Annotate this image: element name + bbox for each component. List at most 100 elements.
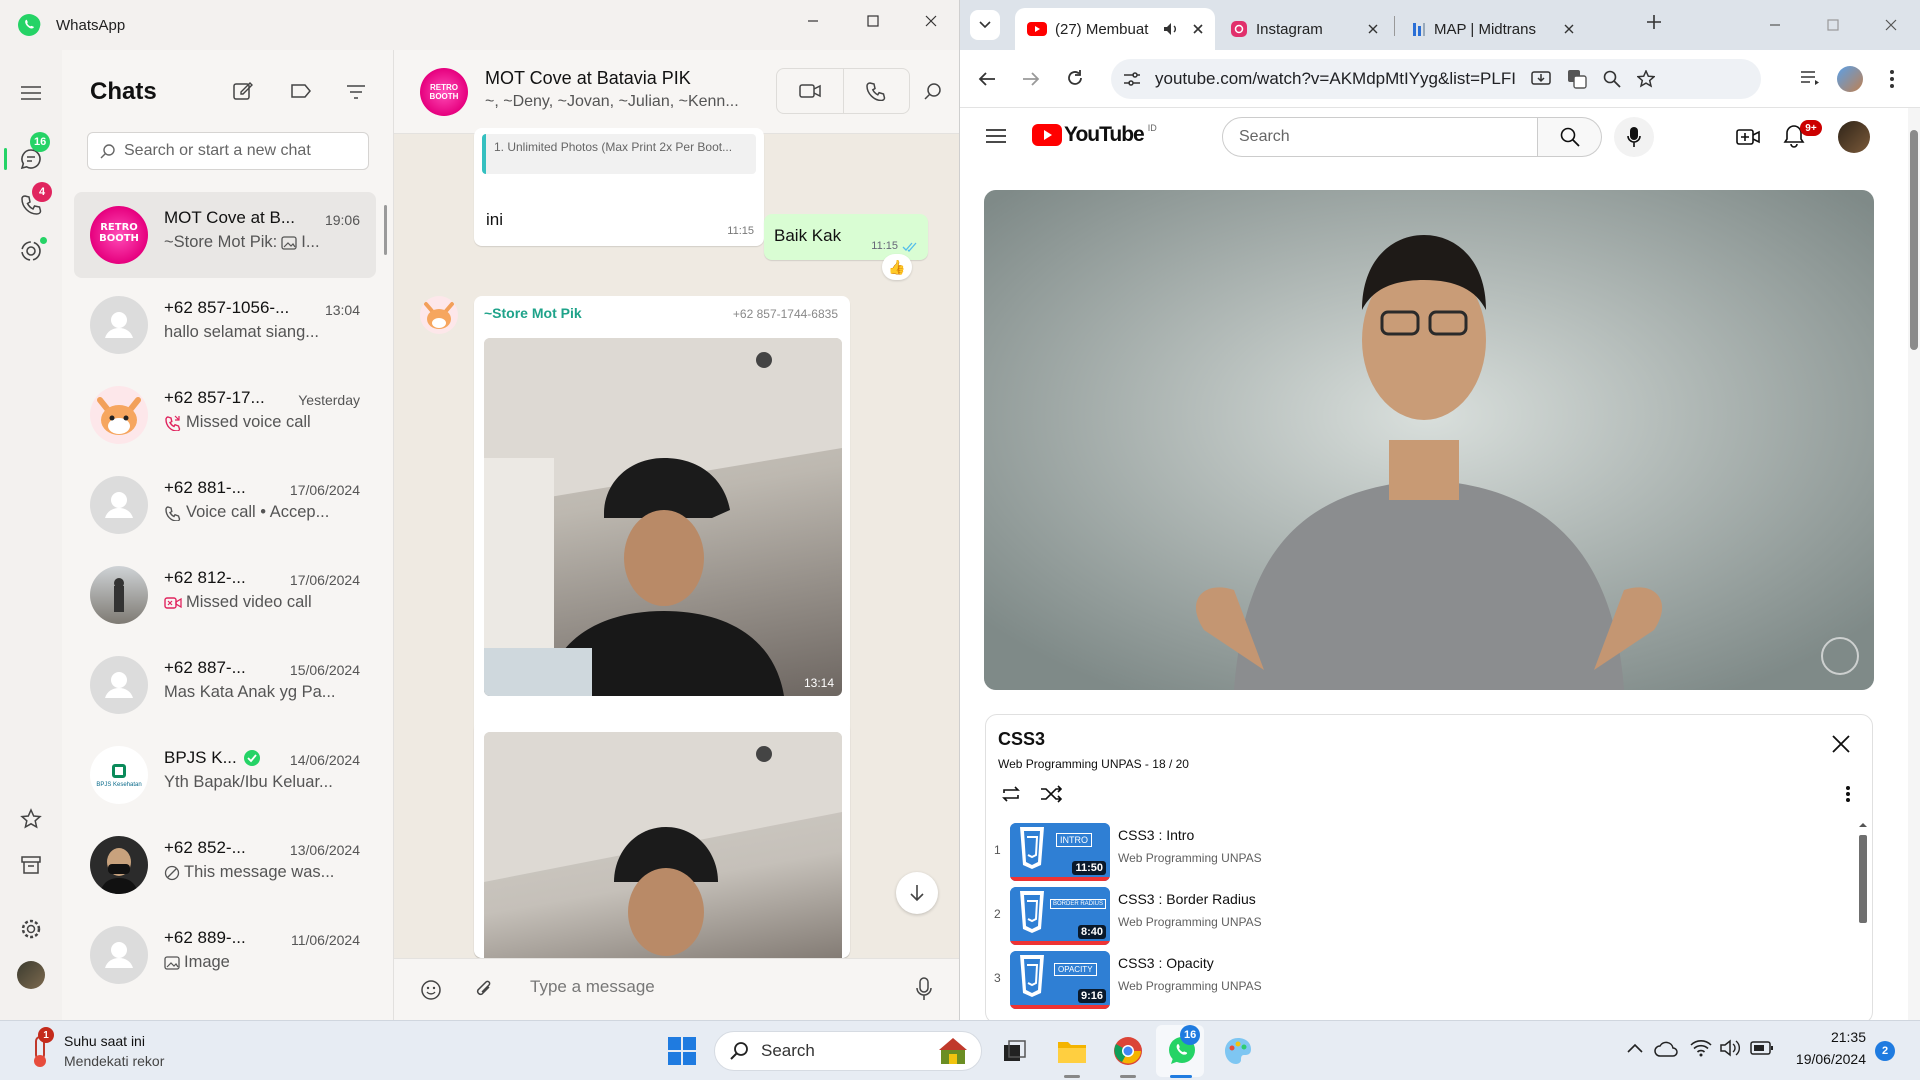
chat-item[interactable]: +62 812-... 17/06/2024 Missed video call	[74, 552, 376, 638]
youtube-search-button[interactable]	[1538, 117, 1602, 157]
new-tab-icon[interactable]	[1646, 14, 1662, 30]
playlist-menu-icon[interactable]	[1846, 785, 1850, 803]
bookmark-star-icon[interactable]	[1637, 70, 1655, 88]
starred-icon[interactable]	[16, 804, 46, 834]
chat-item[interactable]: +62 857-1056-... 13:04 hallo selamat sia…	[74, 282, 376, 368]
photo-attachment[interactable]: 13:14	[484, 338, 842, 696]
tab-search-button[interactable]	[970, 10, 1000, 40]
sender-avatar[interactable]	[420, 296, 458, 334]
hamburger-icon[interactable]	[986, 128, 1006, 144]
playlist-scrollbar-thumb[interactable]	[1859, 835, 1867, 923]
scrollbar-thumb[interactable]	[1910, 130, 1918, 350]
shuffle-icon[interactable]	[1040, 785, 1062, 803]
menu-icon[interactable]	[16, 78, 46, 108]
chrome-taskbar-icon[interactable]	[1108, 1031, 1148, 1071]
message-input[interactable]: Type a message	[530, 977, 655, 997]
conversation-header[interactable]: RETRO BOOTH MOT Cove at Batavia PIK ~, ~…	[394, 50, 959, 134]
site-info-icon[interactable]	[1123, 71, 1141, 87]
media-controls-icon[interactable]	[1800, 70, 1820, 86]
scroll-up-icon[interactable]	[1856, 819, 1870, 829]
sender-name[interactable]: ~Store Mot Pik	[484, 305, 582, 321]
chat-item[interactable]: BPJS Kesehatan BPJS K... 14/06/2024 Yth …	[74, 732, 376, 818]
playlist-item[interactable]: 3 OPACITY 9:16 CSS3 : Opacity Web Progra…	[986, 949, 1846, 1013]
new-chat-icon[interactable]	[232, 80, 254, 102]
search-chat-icon[interactable]	[924, 82, 942, 100]
playlist-item[interactable]: 2 BORDER RADIUS 8:40 CSS3 : Border Radiu…	[986, 885, 1846, 949]
playlist-item[interactable]: 1 INTRO 11:50 CSS3 : Intro Web Programmi…	[986, 821, 1846, 885]
chat-item[interactable]: +62 857-17... Yesterday Missed voice cal…	[74, 372, 376, 458]
video-player[interactable]	[984, 190, 1874, 690]
voice-call-button[interactable]	[844, 69, 910, 113]
file-explorer-icon[interactable]	[1052, 1031, 1092, 1071]
youtube-logo[interactable]: YouTube ID	[1032, 123, 1157, 147]
account-avatar[interactable]	[1838, 121, 1870, 153]
create-icon[interactable]	[1736, 127, 1760, 147]
translate-icon[interactable]	[1567, 69, 1587, 89]
maximize-button[interactable]	[844, 0, 902, 42]
scroll-down-button[interactable]	[896, 872, 938, 914]
volume-icon[interactable]	[1720, 1039, 1742, 1057]
minimize-button[interactable]	[784, 0, 842, 42]
quoted-message[interactable]: 1. Unlimited Photos (Max Print 2x Per Bo…	[482, 134, 756, 174]
back-icon[interactable]	[978, 71, 996, 87]
label-icon[interactable]	[290, 82, 312, 100]
settings-icon[interactable]	[16, 914, 46, 944]
microphone-icon[interactable]	[916, 977, 932, 1001]
outgoing-message[interactable]: Baik Kak 11:15	[764, 214, 928, 260]
tab-youtube[interactable]: (27) Membuat	[1015, 8, 1215, 50]
weather-title[interactable]: Suhu saat ini	[64, 1033, 145, 1049]
video-call-button[interactable]	[777, 69, 844, 113]
wifi-icon[interactable]	[1690, 1039, 1712, 1057]
chat-item[interactable]: +62 889-... 11/06/2024 Image	[74, 912, 376, 998]
close-playlist-icon[interactable]	[1832, 735, 1850, 753]
scrollbar[interactable]	[384, 205, 387, 255]
clock-date[interactable]: 19/06/2024	[1780, 1051, 1866, 1067]
reaction-badge[interactable]: 👍	[882, 254, 912, 280]
tab-close-icon[interactable]	[1368, 24, 1378, 34]
chat-item[interactable]: +62 881-... 17/06/2024 Voice call • Acce…	[74, 462, 376, 548]
profile-avatar[interactable]	[1837, 66, 1863, 92]
chat-item[interactable]: +62 852-... 13/06/2024 This message was.…	[74, 822, 376, 908]
tab-midtrans[interactable]: MAP | Midtrans	[1400, 8, 1580, 50]
onedrive-icon[interactable]	[1654, 1041, 1678, 1057]
voice-search-button[interactable]	[1614, 117, 1654, 157]
incoming-message[interactable]: 1. Unlimited Photos (Max Print 2x Per Bo…	[474, 128, 764, 246]
paint-app-icon[interactable]	[1218, 1031, 1258, 1071]
youtube-search-input[interactable]: Search	[1222, 117, 1538, 157]
audio-playing-icon[interactable]	[1163, 22, 1179, 36]
playlist-title[interactable]: CSS3	[998, 729, 1045, 750]
start-button[interactable]	[662, 1031, 702, 1071]
address-bar[interactable]: youtube.com/watch?v=AKMdpMtIYyg&list=PLF…	[1111, 59, 1761, 99]
chat-item[interactable]: RETRO BOOTH MOT Cove at B... 19:06 ~Stor…	[74, 192, 376, 278]
task-view-icon[interactable]	[995, 1031, 1035, 1071]
emoji-icon[interactable]	[420, 979, 442, 1001]
taskbar-search[interactable]: Search	[714, 1031, 982, 1071]
chat-item[interactable]: +62 887-... 15/06/2024 Mas Kata Anak yg …	[74, 642, 376, 728]
notification-center-badge[interactable]: 2	[1875, 1041, 1895, 1061]
install-icon[interactable]	[1531, 70, 1551, 88]
filter-icon[interactable]	[346, 84, 366, 100]
maximize-button[interactable]	[1804, 4, 1862, 46]
reload-icon[interactable]	[1066, 69, 1084, 87]
loop-icon[interactable]	[1000, 785, 1022, 803]
archive-icon[interactable]	[16, 850, 46, 880]
forward-icon[interactable]	[1022, 71, 1040, 87]
zoom-icon[interactable]	[1603, 70, 1621, 88]
battery-icon[interactable]	[1750, 1041, 1774, 1055]
playlist-scrollbar[interactable]	[1856, 819, 1870, 1023]
search-input[interactable]: Search or start a new chat	[87, 132, 369, 170]
show-hidden-icons[interactable]	[1627, 1043, 1643, 1053]
tab-close-icon[interactable]	[1193, 24, 1203, 34]
page-scrollbar[interactable]	[1908, 108, 1920, 1020]
close-button[interactable]	[1862, 4, 1920, 46]
minimize-button[interactable]	[1746, 4, 1804, 46]
profile-avatar[interactable]	[16, 960, 46, 990]
tab-close-icon[interactable]	[1564, 24, 1574, 34]
clock-time[interactable]: 21:35	[1780, 1029, 1866, 1045]
chrome-menu-icon[interactable]	[1890, 70, 1894, 88]
attach-icon[interactable]	[474, 979, 494, 1001]
tab-instagram[interactable]: Instagram	[1218, 8, 1388, 50]
close-button[interactable]	[902, 0, 959, 42]
photo-attachment[interactable]	[484, 732, 842, 958]
incoming-image-message[interactable]	[474, 722, 850, 958]
